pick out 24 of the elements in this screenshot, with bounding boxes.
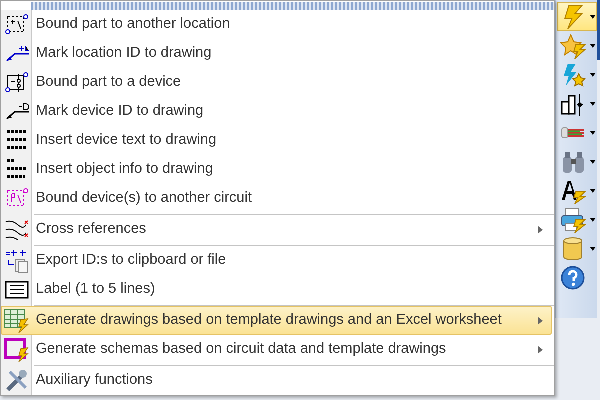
star-lightning-icon bbox=[560, 32, 586, 58]
menu-item[interactable]: Export ID:s to clipboard or file bbox=[1, 246, 552, 275]
menu-item[interactable]: Generate drawings based on template drawings and an Excel worksheet bbox=[1, 306, 552, 335]
spreadsheet-icon bbox=[4, 308, 30, 334]
device-part-icon bbox=[4, 70, 30, 96]
window-edge bbox=[597, 0, 600, 60]
menu-item[interactable]: Insert object info to drawing bbox=[1, 155, 552, 184]
menu-item[interactable]: Auxiliary functions bbox=[1, 366, 552, 395]
menu-item[interactable]: Bound device(s) to another circuit bbox=[1, 184, 552, 213]
help-icon bbox=[560, 264, 586, 290]
menu-grip[interactable] bbox=[31, 2, 554, 10]
tools-icon bbox=[4, 368, 30, 394]
menu-item[interactable]: Mark device ID to drawing bbox=[1, 97, 552, 126]
clipboard-icon bbox=[4, 248, 30, 274]
menu-item[interactable]: Mark location ID to drawing bbox=[1, 39, 552, 68]
menu-item[interactable]: Label (1 to 5 lines) bbox=[1, 275, 552, 304]
menu-item[interactable]: Cross references bbox=[1, 215, 552, 244]
menu-item[interactable]: Bound part to another location bbox=[1, 10, 552, 39]
menu-item[interactable]: Generate schemas based on circuit data and template drawings bbox=[1, 335, 552, 364]
bound-part-icon bbox=[4, 12, 30, 38]
schema-icon bbox=[4, 336, 30, 362]
menu-item[interactable]: Bound part to a device bbox=[1, 68, 552, 97]
printer-icon bbox=[560, 206, 586, 232]
menu-item[interactable]: Insert device text to drawing bbox=[1, 126, 552, 155]
